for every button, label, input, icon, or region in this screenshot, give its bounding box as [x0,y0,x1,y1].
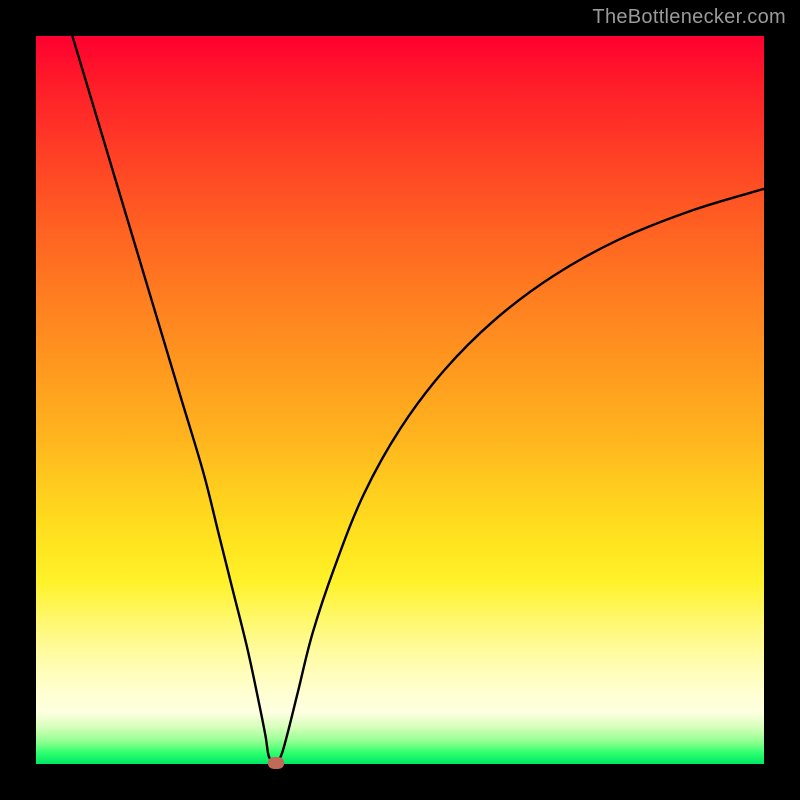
optimum-marker [268,757,284,769]
bottleneck-curve [36,36,764,764]
plot-area [36,36,764,764]
watermark-text: TheBottlenecker.com [592,6,786,29]
chart-frame: TheBottlenecker.com [0,0,800,800]
